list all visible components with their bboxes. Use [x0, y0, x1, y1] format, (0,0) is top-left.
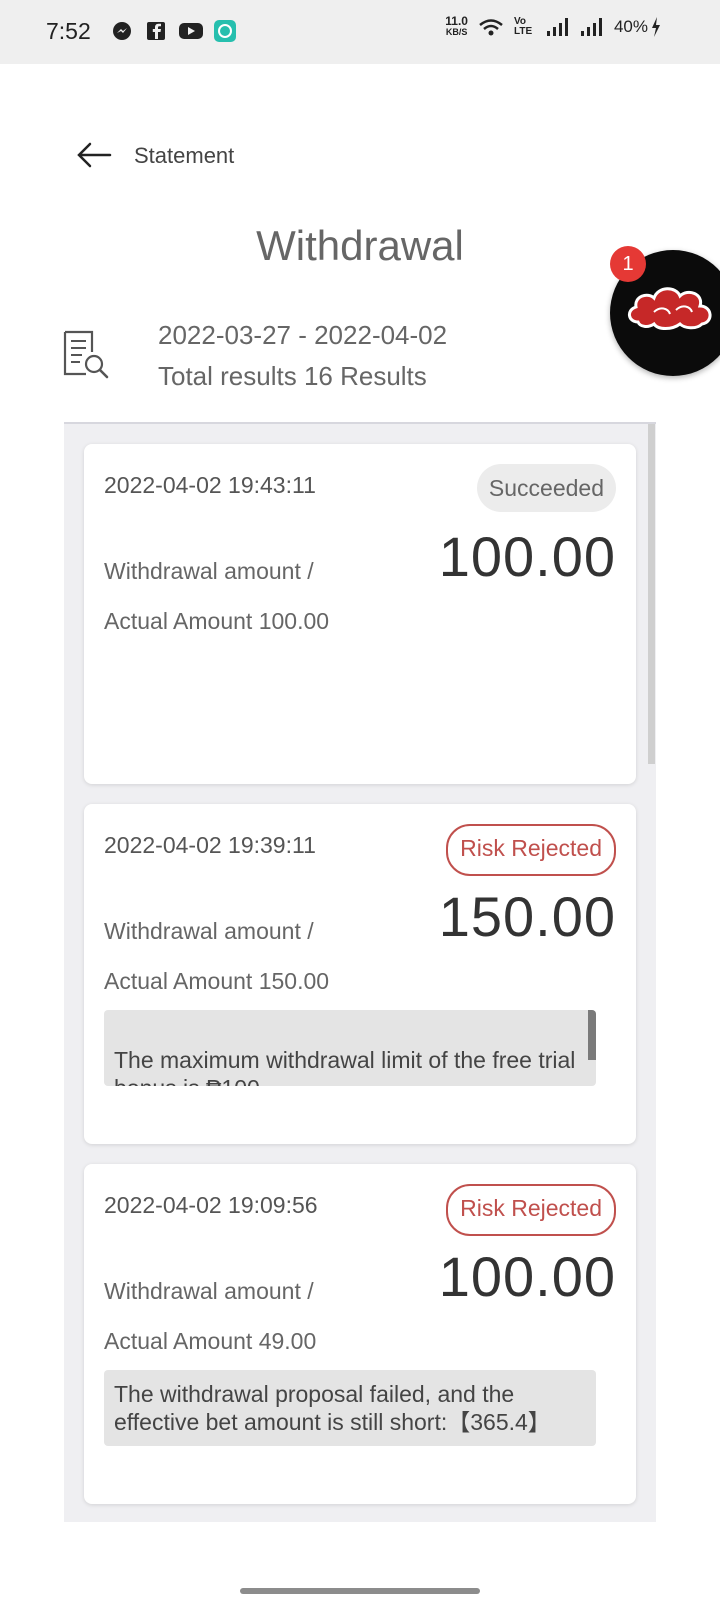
withdrawal-card[interactable]: 2022-04-02 19:39:11 Risk Rejected 150.00… — [84, 804, 636, 1144]
facebook-icon — [147, 22, 165, 40]
rejection-note[interactable]: The maximum withdrawal limit of the free… — [104, 1010, 596, 1086]
status-badge: Succeeded — [476, 464, 616, 512]
back-arrow-icon[interactable] — [76, 140, 112, 170]
messenger-icon — [113, 22, 131, 40]
status-badge: Risk Rejected — [446, 1184, 616, 1236]
status-indicators: 11.0 KB/S Vo LTE 40% — [445, 14, 662, 38]
card-amount: 100.00 — [438, 1245, 616, 1308]
youtube-icon — [179, 23, 203, 39]
card-actual-amount: Actual Amount 150.00 — [104, 968, 330, 994]
card-amount-label: Withdrawal amount / — [104, 1278, 314, 1304]
card-amount: 100.00 — [438, 525, 616, 588]
volte-indicator: Vo LTE — [513, 16, 533, 37]
date-range: 2022-03-27 - 2022-04-02 — [158, 320, 448, 350]
chat-app-icon — [214, 20, 236, 42]
status-time: 7:52 — [46, 18, 91, 44]
card-amount-label: Withdrawal amount / — [104, 918, 314, 944]
document-search-icon[interactable] — [62, 330, 110, 380]
withdrawal-card[interactable]: 2022-04-02 19:43:11 Succeeded 100.00 Wit… — [84, 444, 636, 784]
battery-level: 40% — [613, 17, 648, 36]
card-actual-amount: Actual Amount 100.00 — [104, 608, 330, 634]
charging-icon — [652, 17, 660, 37]
total-results: Total results 16 Results — [158, 361, 427, 391]
list-scrollbar[interactable] — [648, 424, 655, 764]
card-datetime: 2022-04-02 19:09:56 — [104, 1192, 318, 1218]
signal-icon-2 — [580, 18, 602, 36]
network-speed: 11.0 KB/S — [445, 14, 468, 37]
rejection-note-text: The withdrawal proposal failed, and the … — [114, 1381, 551, 1435]
card-amount: 150.00 — [438, 885, 616, 948]
rejection-note[interactable]: The withdrawal proposal failed, and the … — [104, 1370, 596, 1446]
wifi-icon — [479, 19, 503, 36]
header-title: Statement — [134, 143, 235, 168]
notification-badge: 1 — [610, 246, 646, 282]
card-datetime: 2022-04-02 19:43:11 — [104, 472, 316, 498]
home-indicator[interactable] — [240, 1588, 480, 1594]
signal-icon-1 — [546, 18, 568, 36]
card-amount-label: Withdrawal amount / — [104, 558, 314, 584]
card-actual-amount: Actual Amount 49.00 — [104, 1328, 317, 1354]
status-badge: Risk Rejected — [446, 824, 616, 876]
withdrawal-card[interactable]: 2022-04-02 19:09:56 Risk Rejected 100.00… — [84, 1164, 636, 1504]
status-bar: 7:52 11.0 KB/S Vo LTE 40% — [0, 0, 720, 64]
note-scrollbar[interactable] — [588, 1010, 596, 1060]
rejection-note-text: The maximum withdrawal limit of the free… — [114, 1047, 576, 1086]
card-datetime: 2022-04-02 19:39:11 — [104, 832, 316, 858]
